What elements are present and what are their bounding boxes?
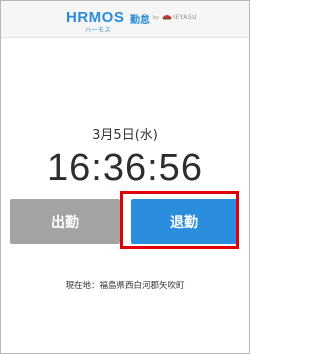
partner-name: IEYASU	[173, 14, 198, 21]
brand-kana: ハーモス	[85, 27, 112, 34]
clock-in-button[interactable]: 出勤	[10, 199, 120, 244]
product-name: 勤怠	[130, 15, 150, 26]
current-location: 現在地：福島県西白河郡矢吹町	[65, 281, 185, 291]
current-time: 16:36:56	[47, 147, 203, 189]
app-logo: HRMOS ハーモス 勤怠 by IEYASU	[66, 8, 206, 34]
clock-out-highlight-box	[120, 191, 239, 249]
current-date: 3月5日(水)	[92, 128, 158, 143]
app-header: HRMOS ハーモス 勤怠 by IEYASU	[1, 1, 249, 38]
brand-name: HRMOS	[66, 9, 125, 26]
by-label: by	[153, 15, 160, 21]
partner-logo-icon	[162, 15, 172, 20]
